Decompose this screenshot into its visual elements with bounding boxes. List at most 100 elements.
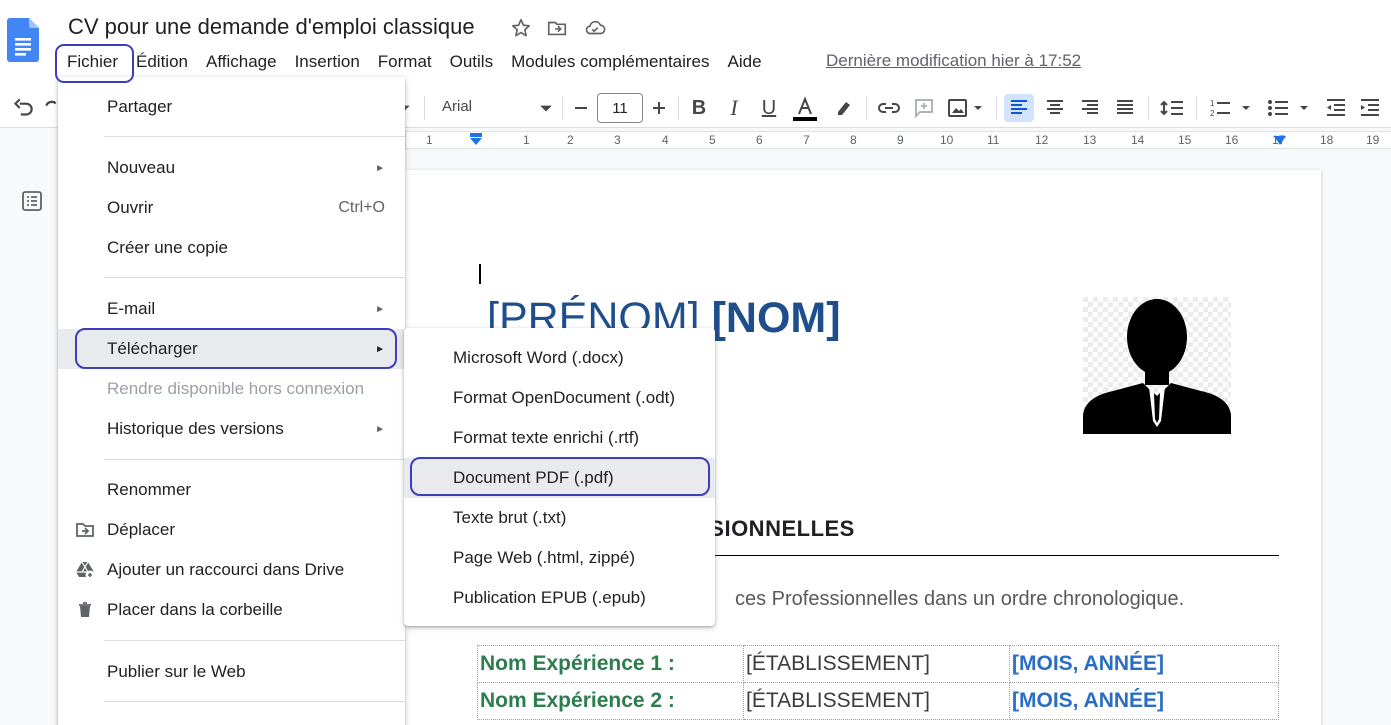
menu-edition[interactable]: Édition — [127, 50, 197, 74]
increase-font-size-icon[interactable] — [647, 94, 671, 122]
add-comment-icon[interactable] — [912, 94, 936, 122]
numbered-list-icon[interactable]: 12 — [1206, 94, 1258, 122]
table-row: Nom Expérience 2 : [ÉTABLISSEMENT] [MOIS… — [477, 682, 1279, 720]
align-right-icon[interactable] — [1076, 94, 1104, 122]
menu-item-nouveau[interactable]: Nouveau ► — [58, 148, 405, 188]
docs-logo-icon[interactable] — [7, 18, 39, 62]
header: CV pour une demande d'emploi classique F… — [0, 0, 1391, 88]
menu-modules[interactable]: Modules complémentaires — [502, 50, 718, 74]
download-rtf[interactable]: Format texte enrichi (.rtf) — [404, 418, 715, 458]
menu-divider — [104, 277, 405, 278]
trash-icon — [79, 602, 91, 617]
ruler-number: 4 — [662, 133, 669, 147]
menu-divider — [104, 640, 405, 641]
download-epub[interactable]: Publication EPUB (.epub) — [404, 578, 715, 618]
google-docs-window: CV pour une demande d'emploi classique F… — [0, 0, 1391, 725]
experience-date: [MOIS, ANNÉE] — [1009, 682, 1279, 720]
menu-item-email[interactable]: E-mail ► — [58, 289, 405, 329]
menu-item-publier-web[interactable]: Publier sur le Web — [58, 652, 405, 692]
menu-item-label: Ouvrir — [107, 198, 154, 217]
redo-icon[interactable] — [44, 94, 58, 122]
menu-item-creer-copie[interactable]: Créer une copie — [58, 228, 405, 268]
menu-item-corbeille[interactable]: Placer dans la corbeille — [58, 590, 405, 630]
undo-icon[interactable] — [10, 94, 36, 122]
experience-name: Nom Expérience 2 : — [477, 682, 744, 720]
menu-shortcut: Ctrl+O — [338, 199, 385, 216]
menu-item-label: Partager — [107, 97, 173, 116]
drive-shortcut-icon — [76, 561, 95, 580]
download-html[interactable]: Page Web (.html, zippé) — [404, 538, 715, 578]
document-outline-icon[interactable] — [20, 189, 44, 213]
star-icon[interactable] — [510, 17, 532, 39]
menu-item-partager[interactable]: Partager — [58, 87, 405, 127]
toolbar-divider — [866, 96, 867, 120]
experience-name: Nom Expérience 1 : — [477, 645, 744, 683]
font-size-input[interactable]: 11 — [597, 93, 643, 123]
submenu-arrow-icon: ► — [375, 162, 385, 174]
insert-image-icon[interactable] — [946, 94, 986, 122]
highlight-icon[interactable] — [832, 94, 856, 122]
italic-icon[interactable]: I — [722, 94, 746, 122]
decrease-font-size-icon[interactable] — [569, 94, 593, 122]
document-title[interactable]: CV pour une demande d'emploi classique — [68, 14, 475, 40]
menu-item-renommer[interactable]: Renommer — [58, 470, 405, 510]
menu-item-label: Créer une copie — [107, 238, 228, 257]
line-spacing-icon[interactable] — [1157, 94, 1187, 122]
align-center-icon[interactable] — [1041, 94, 1069, 122]
move-folder-icon — [76, 523, 94, 537]
underline-icon[interactable]: U — [757, 94, 781, 122]
pdf-highlight-annotation — [410, 457, 710, 496]
menu-item-raccourci-drive[interactable]: Ajouter un raccourci dans Drive — [58, 550, 405, 590]
profile-photo-placeholder — [1083, 297, 1231, 434]
left-indent-marker-icon[interactable] — [469, 133, 483, 147]
ruler-number: 7 — [803, 133, 810, 147]
menu-item-label: Déplacer — [107, 520, 176, 539]
download-odt[interactable]: Format OpenDocument (.odt) — [404, 378, 715, 418]
menu-item-label: Placer dans la corbeille — [107, 600, 283, 619]
toolbar-divider — [1196, 96, 1197, 120]
ruler-number: 1 — [426, 133, 433, 147]
experience-establishment: [ÉTABLISSEMENT] — [743, 682, 1010, 720]
bulleted-list-icon[interactable] — [1264, 94, 1316, 122]
submenu-item-label: Format texte enrichi (.rtf) — [453, 428, 640, 447]
decrease-indent-icon[interactable] — [1322, 94, 1350, 122]
svg-text:1: 1 — [1210, 99, 1215, 108]
insert-link-icon[interactable] — [876, 94, 902, 122]
font-dropdown-icon[interactable] — [538, 94, 554, 122]
menu-outils[interactable]: Outils — [441, 50, 502, 74]
menu-item-label: E-mail — [107, 299, 156, 318]
menu-affichage[interactable]: Affichage — [197, 50, 286, 74]
submenu-arrow-icon: ► — [375, 423, 385, 435]
download-docx[interactable]: Microsoft Word (.docx) — [404, 338, 715, 378]
menu-aide[interactable]: Aide — [719, 50, 771, 74]
download-txt[interactable]: Texte brut (.txt) — [404, 498, 715, 538]
menu-item-historique[interactable]: Historique des versions ► — [58, 409, 405, 449]
section-intro: ces Professionnelles dans un ordre chron… — [735, 588, 1185, 610]
font-selector[interactable]: Arial — [442, 98, 472, 115]
align-left-icon[interactable] — [1004, 94, 1034, 122]
ruler-number: 3 — [614, 133, 621, 147]
text-color-icon[interactable] — [790, 94, 820, 122]
ruler-number: 10 — [940, 133, 954, 147]
menu-bar: Fichier Édition Affichage Insertion Form… — [58, 48, 771, 76]
table-row: Nom Expérience 1 : [ÉTABLISSEMENT] [MOIS… — [477, 645, 1279, 683]
menu-item-deplacer[interactable]: Déplacer — [58, 510, 405, 550]
menu-item-label: Historique des versions — [107, 419, 284, 438]
menu-item-label: Publier sur le Web — [107, 662, 246, 681]
align-justify-icon[interactable] — [1111, 94, 1139, 122]
text-cursor — [479, 264, 481, 284]
right-indent-marker-icon[interactable] — [1273, 135, 1287, 147]
experience-establishment: [ÉTABLISSEMENT] — [743, 645, 1010, 683]
move-folder-icon[interactable] — [546, 17, 568, 39]
increase-indent-icon[interactable] — [1356, 94, 1384, 122]
ruler-number: 14 — [1131, 133, 1145, 147]
menu-format[interactable]: Format — [369, 50, 441, 74]
cloud-saved-icon[interactable] — [584, 17, 606, 39]
bold-icon[interactable]: B — [687, 94, 711, 122]
menu-insertion[interactable]: Insertion — [286, 50, 369, 74]
menu-item-ouvrir[interactable]: Ouvrir Ctrl+O — [58, 188, 405, 228]
last-edit-link[interactable]: Dernière modification hier à 17:52 — [826, 51, 1081, 71]
submenu-item-label: Publication EPUB (.epub) — [453, 588, 646, 607]
file-menu: Partager Nouveau ► Ouvrir Ctrl+O Créer une… — [58, 77, 405, 725]
experience-date: [MOIS, ANNÉE] — [1009, 645, 1279, 683]
